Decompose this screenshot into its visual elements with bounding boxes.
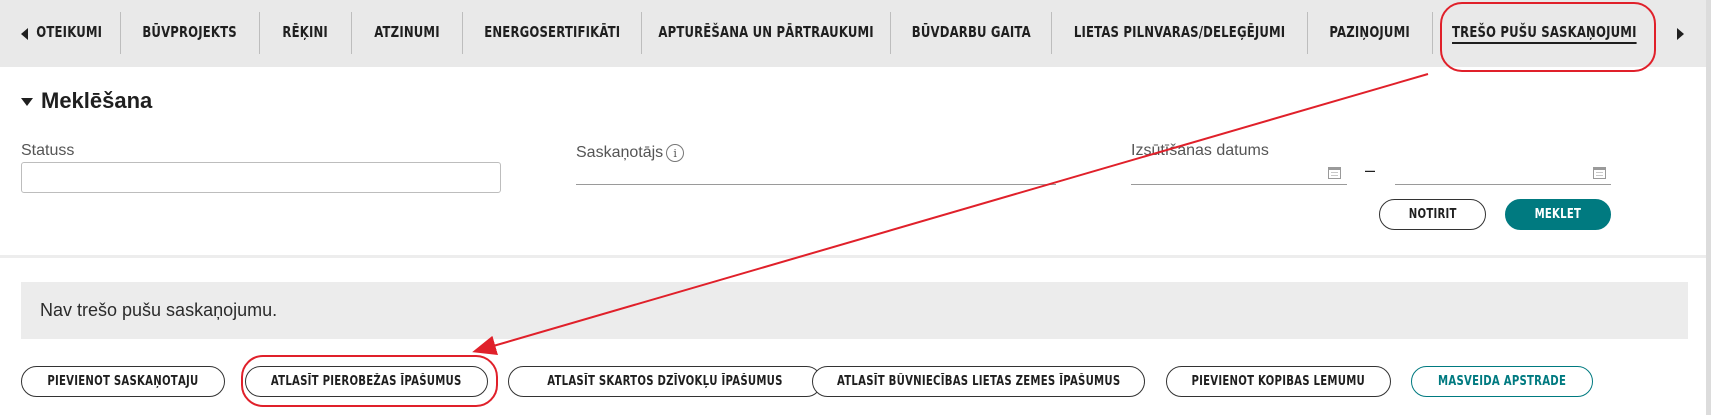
tab-pilnvaras[interactable]: LIETAS PILNVARAS/DELEĢĒJUMI — [1052, 10, 1307, 54]
tab-treso-pusu-saskanojumi[interactable]: TREŠO PUŠU SASKAŅOJUMI — [1436, 10, 1652, 54]
search-section-title: Meklēšana — [41, 88, 153, 113]
tab-pazinojumi[interactable]: PAZIŅOJUMI — [1308, 10, 1432, 54]
scroll-right-icon[interactable] — [1660, 0, 1700, 67]
tab-buvprojekts[interactable]: BŪVPROJEKTS — [121, 10, 259, 54]
date-from-input[interactable] — [1131, 160, 1347, 185]
search-button[interactable]: MEKLĒT — [1505, 199, 1611, 230]
triangle-down-icon — [21, 98, 33, 106]
tab-energosertifikati[interactable]: ENERGOSERTIFIKĀTI — [463, 10, 641, 54]
tab-rekini[interactable]: RĒĶINI — [260, 10, 351, 54]
clear-button[interactable]: NOTĪRĪT — [1379, 199, 1486, 230]
select-land-properties-button[interactable]: ATLASĪT BŪVNIECĪBAS LIETAS ZEMES ĪPAŠUMU… — [812, 366, 1145, 397]
calendar-icon[interactable] — [1328, 167, 1341, 179]
add-joint-decision-button[interactable]: PIEVIENOT KOPĪBAS LĒMUMU — [1166, 366, 1391, 397]
select-adjacent-properties-button[interactable]: ATLASĪT PIEROBEŽAS ĪPAŠUMUS — [245, 366, 488, 397]
calendar-icon[interactable] — [1593, 167, 1606, 179]
section-divider — [0, 255, 1711, 258]
search-section-toggle[interactable]: Meklēšana — [21, 88, 152, 114]
tab-apturesana[interactable]: APTURĒŠANA UN PĀRTRAUKUMI — [642, 10, 890, 54]
date-to-input[interactable] — [1395, 160, 1611, 185]
page-scrollbar-edge — [1706, 0, 1711, 415]
tab-bar: OTEIKUMI BŪVPROJEKTS RĒĶINI ATZINUMI ENE… — [0, 0, 1711, 67]
status-input[interactable] — [21, 162, 501, 193]
tab-noteikumi[interactable]: OTEIKUMI — [34, 10, 104, 54]
date-separator: – — [1365, 160, 1376, 180]
select-apartment-properties-button[interactable]: ATLASĪT SKARTOS DZĪVOKĻU ĪPAŠUMUS — [508, 366, 822, 397]
tab-divider — [1432, 12, 1433, 54]
bulk-processing-button[interactable]: MASVEIDA APSTRĀDE — [1411, 366, 1593, 397]
tab-buvdarbu-gaita[interactable]: BŪVDARBU GAITA — [891, 10, 1051, 54]
status-label: Statuss — [21, 142, 75, 159]
approver-label: Saskaņotājs — [576, 144, 664, 161]
tab-atzinumi[interactable]: ATZINUMI — [352, 10, 462, 54]
date-label: Izsūtīšanas datums — [1131, 142, 1269, 159]
empty-results-message: Nav trešo pušu saskaņojumu. — [21, 282, 1688, 339]
add-approver-button[interactable]: PIEVIENOT SASKAŅOTĀJU — [21, 366, 225, 397]
approver-input[interactable] — [576, 160, 1056, 185]
